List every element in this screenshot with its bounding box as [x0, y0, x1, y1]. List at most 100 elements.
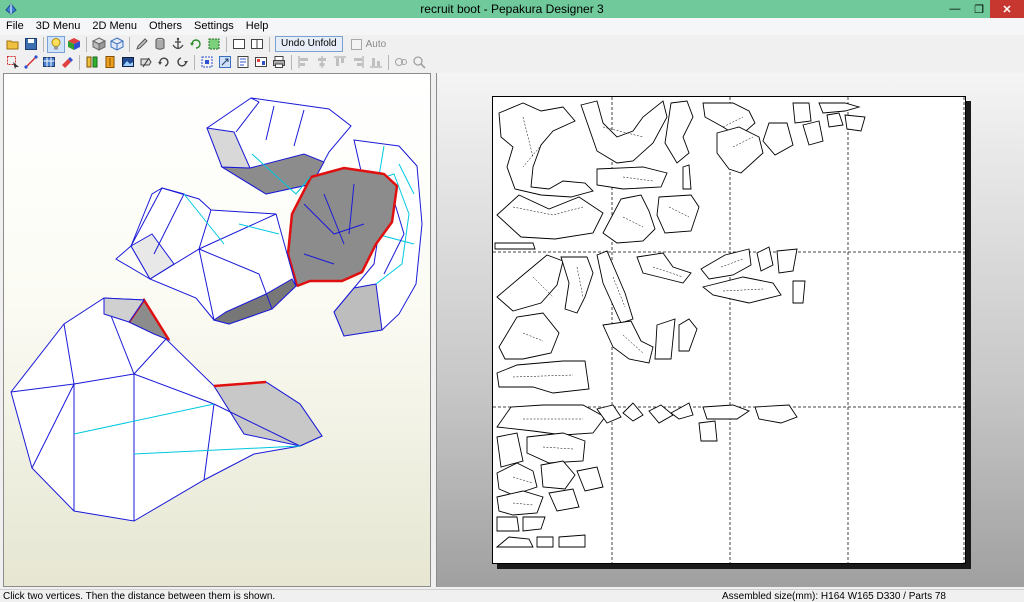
cylinder-icon[interactable]	[151, 36, 169, 53]
3d-view-panel[interactable]	[3, 73, 431, 587]
page-setup-icon[interactable]	[234, 54, 252, 71]
snap-icon[interactable]	[173, 54, 191, 71]
3d-part-bottom[interactable]	[10, 297, 323, 522]
rotate-part-icon[interactable]	[155, 54, 173, 71]
anchor-icon[interactable]	[169, 36, 187, 53]
part-row2-b	[560, 256, 594, 314]
align-right-icon[interactable]	[349, 54, 367, 71]
single-view-icon[interactable]	[230, 36, 248, 53]
toolbar-separator	[194, 54, 195, 70]
auto-checkbox[interactable]: Auto	[350, 38, 386, 50]
resize-icon[interactable]	[216, 54, 234, 71]
print-icon[interactable]	[270, 54, 288, 71]
auto-checkbox-box[interactable]	[350, 38, 362, 50]
part-row4-f	[702, 404, 750, 420]
part-row3-d	[678, 318, 698, 352]
part-row5-b	[526, 432, 586, 464]
part-large-boot-side	[498, 102, 594, 198]
2d-layout-canvas[interactable]	[493, 97, 965, 563]
texture-cube-icon[interactable]	[90, 36, 108, 53]
distribute-icon[interactable]	[367, 54, 385, 71]
part-row5-g	[548, 488, 580, 512]
grid-icon[interactable]	[40, 54, 58, 71]
paint-icon[interactable]	[58, 54, 76, 71]
zoom-icon[interactable]	[410, 54, 428, 71]
toolbar-separator	[388, 54, 389, 70]
part-row2-i	[792, 280, 806, 304]
align-top-icon[interactable]	[331, 54, 349, 71]
maximize-button[interactable]: ❐	[968, 0, 990, 18]
part-row4-d	[648, 404, 674, 424]
minimize-button[interactable]: —	[942, 0, 968, 18]
part-tip2	[826, 112, 844, 128]
align-center-icon[interactable]	[313, 54, 331, 71]
part-row5-h	[496, 516, 520, 532]
main-toolbar: Undo Unfold Auto	[0, 35, 1024, 53]
wireframe-cube-icon[interactable]	[108, 36, 126, 53]
open-icon[interactable]	[4, 36, 22, 53]
toolbar-separator	[79, 54, 80, 70]
part-sole	[496, 194, 604, 240]
window-title: recruit boot - Pepakura Designer 3	[420, 2, 604, 16]
unfolded-paper-sheet[interactable]	[492, 96, 966, 564]
layout-icon[interactable]	[252, 54, 270, 71]
save-icon[interactable]	[22, 36, 40, 53]
part-long-strip	[596, 166, 668, 190]
part-row4-e	[670, 402, 694, 420]
menu-2d[interactable]: 2D Menu	[86, 18, 143, 35]
align-left-icon[interactable]	[295, 54, 313, 71]
move-vertex-icon[interactable]	[22, 54, 40, 71]
part-shin	[716, 126, 764, 174]
part-row5-k	[536, 536, 554, 548]
edit-toolbar	[0, 53, 1024, 71]
part-row5-d	[540, 460, 576, 490]
part-row4-c	[622, 402, 644, 422]
scale-icon[interactable]	[198, 54, 216, 71]
undo-unfold-button[interactable]: Undo Unfold	[275, 36, 343, 52]
part-row3-b	[602, 320, 654, 364]
part-row3-a	[498, 312, 560, 360]
image-icon[interactable]	[119, 54, 137, 71]
menu-bar: File 3D Menu 2D Menu Others Settings Hel…	[0, 18, 1024, 35]
part-row2-e	[700, 248, 752, 280]
flap-icon[interactable]	[101, 54, 119, 71]
color-cube-icon[interactable]	[65, 36, 83, 53]
join-edge-icon[interactable]	[83, 54, 101, 71]
part-tip1	[818, 102, 861, 114]
select-tool-icon[interactable]	[4, 54, 22, 71]
light-bulb-icon[interactable]	[47, 35, 65, 53]
menu-file[interactable]: File	[0, 18, 30, 35]
toolbar-separator	[269, 36, 270, 52]
unfolded-parts[interactable]	[494, 100, 866, 548]
menu-others[interactable]: Others	[143, 18, 188, 35]
part-row2-f	[756, 246, 774, 272]
part-row5-f	[496, 490, 544, 516]
part-mid-row1	[762, 122, 794, 156]
measure-icon[interactable]	[392, 54, 410, 71]
close-button[interactable]: ✕	[990, 0, 1024, 18]
part-small-tri	[682, 164, 692, 190]
part-shield	[656, 194, 700, 234]
part-row5-j	[495, 536, 534, 548]
part-row2-g	[776, 248, 798, 274]
split-view-icon[interactable]	[248, 36, 266, 53]
part-row5-l	[558, 534, 586, 548]
part-hook	[664, 100, 694, 164]
part-row3-c	[654, 318, 676, 360]
part-row2-c	[596, 250, 634, 324]
edit-flap-icon[interactable]	[137, 54, 155, 71]
select-faces-icon[interactable]	[205, 36, 223, 53]
toolbar-separator	[43, 36, 44, 52]
status-assembled-size: Assembled size(mm): H164 W165 D330 / Par…	[722, 591, 946, 602]
part-tip3	[844, 114, 866, 132]
rotate-view-icon[interactable]	[187, 36, 205, 53]
3d-model-canvas[interactable]	[4, 74, 432, 588]
menu-help[interactable]: Help	[240, 18, 275, 35]
app-window: recruit boot - Pepakura Designer 3 — ❐ ✕…	[0, 0, 1024, 602]
status-bar: Click two vertices. Then the distance be…	[0, 589, 1024, 602]
menu-3d[interactable]: 3D Menu	[30, 18, 87, 35]
pencil-icon[interactable]	[133, 36, 151, 53]
menu-settings[interactable]: Settings	[188, 18, 240, 35]
part-row4-h	[698, 420, 718, 442]
part-bump	[602, 194, 656, 244]
